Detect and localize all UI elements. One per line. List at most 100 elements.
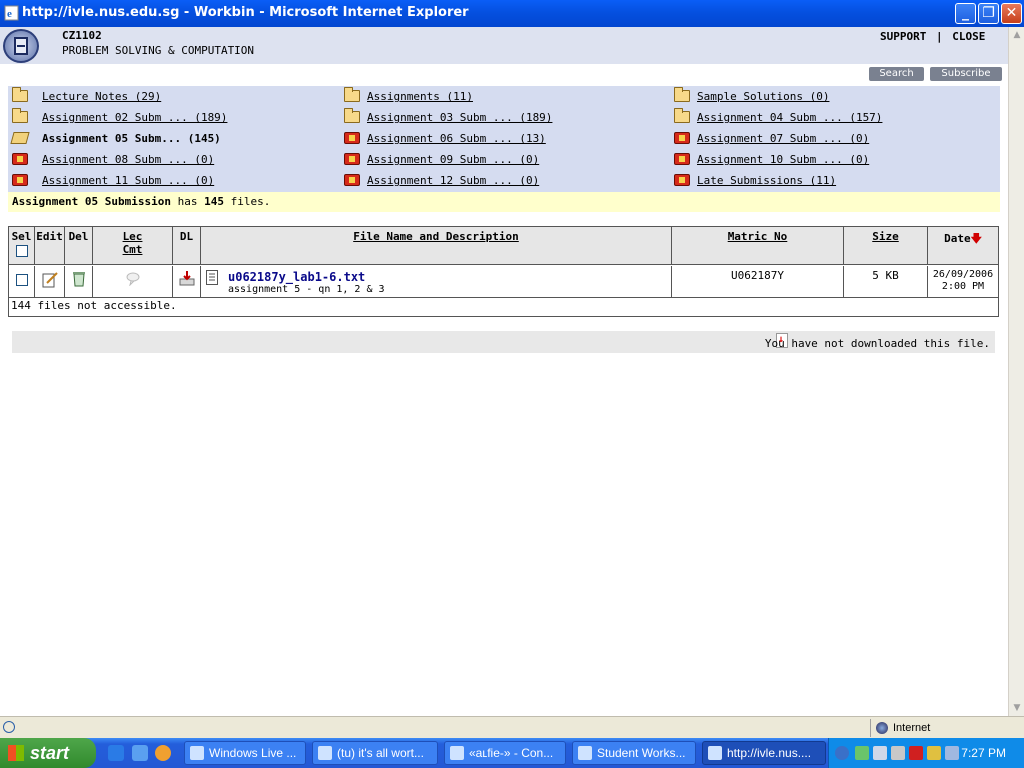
comment-icon[interactable]: [126, 272, 140, 286]
status-bar: Internet: [0, 716, 1024, 738]
tray-app-icon[interactable]: [927, 746, 941, 760]
workbin-cabinet-icon: [3, 29, 39, 63]
course-name: PROBLEM SOLVING & COMPUTATION: [62, 44, 255, 57]
row-comment-cell: [93, 266, 173, 297]
row-date: 26/09/2006: [932, 269, 994, 280]
file-table: Sel Edit Del Lec Cmt DL File Name and Des…: [8, 226, 999, 317]
file-name-link[interactable]: u062187y_lab1-6.txt: [228, 270, 365, 284]
folder-icon: [674, 87, 690, 102]
folder-label[interactable]: Assignment 12 Subm ... (0): [367, 174, 539, 187]
messenger-icon: [318, 746, 332, 760]
ie-quicklaunch-icon[interactable]: [108, 745, 124, 761]
open-folder-icon: [10, 132, 30, 144]
row-file-cell: u062187y_lab1-6.txt assignment 5 - qn 1,…: [201, 266, 672, 297]
upload-folder-icon: [344, 174, 360, 186]
page-status-icon: [3, 721, 15, 733]
upload-folder-icon: [674, 132, 690, 144]
folder-label[interactable]: Assignment 06 Subm ... (13): [367, 132, 546, 145]
taskbar-item[interactable]: «aʟfie-» - Con...: [444, 741, 566, 765]
col-header-matric[interactable]: Matric No: [672, 227, 844, 265]
row-time: 2:00 PM: [941, 281, 985, 292]
col-header-lec-cmt[interactable]: Lec Cmt: [93, 227, 173, 265]
support-link[interactable]: SUPPORT: [880, 30, 926, 43]
download-icon[interactable]: [179, 270, 195, 286]
clock: 7:27 PM: [961, 746, 1006, 760]
col-header-size-label[interactable]: Size: [844, 227, 927, 243]
folder-label[interactable]: Assignment 09 Subm ... (0): [367, 153, 539, 166]
col-header-matric-label[interactable]: Matric No: [672, 227, 843, 243]
col-header-date-label[interactable]: Date: [944, 232, 971, 245]
zone-label: Internet: [893, 722, 931, 734]
folder-label[interactable]: Assignment 05 Subm... (145): [42, 132, 221, 145]
link-separator: |: [935, 30, 943, 43]
folder-label[interactable]: Assignment 04 Subm ... (157): [697, 111, 882, 124]
start-button[interactable]: start: [0, 738, 96, 768]
download-legend: You have not downloaded this file.: [12, 331, 995, 353]
folder-label[interactable]: Assignment 08 Subm ... (0): [42, 153, 214, 166]
folder-icon: [12, 108, 28, 123]
scroll-up-icon[interactable]: ▲: [1011, 29, 1023, 41]
col-header-cmt-label[interactable]: Cmt: [123, 243, 143, 256]
windows-flag-icon: [8, 745, 24, 761]
col-header-date[interactable]: Date🡇: [928, 227, 998, 265]
col-header-del-label: Del: [68, 230, 89, 243]
svg-text:e: e: [7, 8, 12, 20]
folder-label[interactable]: Sample Solutions (0): [697, 90, 829, 103]
volume-icon[interactable]: [945, 746, 959, 760]
taskbar-item-label: http://ivle.nus....: [727, 746, 812, 760]
messenger-icon: [450, 746, 464, 760]
zonealarm-icon[interactable]: [909, 746, 923, 760]
col-header-lec-label[interactable]: Lec: [123, 230, 143, 243]
taskbar-item[interactable]: (tu) it's all wort...: [312, 741, 438, 765]
folder-label[interactable]: Assignment 02 Subm ... (189): [42, 111, 227, 124]
search-button[interactable]: Search: [869, 67, 924, 81]
tray-expand-icon[interactable]: [835, 746, 849, 760]
messenger-tray-icon[interactable]: [855, 746, 869, 760]
folder-label[interactable]: Assignment 03 Subm ... (189): [367, 111, 552, 124]
subscribe-button[interactable]: Subscribe: [930, 67, 1002, 81]
folder-list: Lecture Notes (29) Assignments (11) Samp…: [8, 86, 1000, 192]
folder-label[interactable]: Assignment 07 Subm ... (0): [697, 132, 869, 145]
taskbar: start Windows Live ... (tu) it's all wor…: [0, 738, 1024, 768]
folder-label[interactable]: Assignment 11 Subm ... (0): [42, 174, 214, 187]
upload-folder-icon: [12, 153, 28, 165]
upload-folder-icon: [674, 174, 690, 186]
col-header-sel: Sel: [9, 227, 35, 265]
col-header-file-label[interactable]: File Name and Description: [201, 227, 671, 243]
edit-icon[interactable]: [41, 271, 59, 289]
taskbar-item-label: Windows Live ...: [209, 746, 297, 760]
close-window-button[interactable]: ✕: [1001, 3, 1022, 24]
col-header-file[interactable]: File Name and Description: [201, 227, 672, 265]
row-date-cell: 26/09/2006 2:00 PM: [928, 266, 998, 297]
row-del-cell: [65, 266, 93, 297]
folder-icon: [344, 108, 360, 123]
minimize-button[interactable]: _: [955, 3, 976, 24]
browser-window-icon: [578, 746, 592, 760]
vertical-scrollbar[interactable]: ▲ ▼: [1008, 27, 1024, 716]
col-header-sel-label: Sel: [11, 230, 32, 243]
row-checkbox[interactable]: [15, 274, 28, 286]
taskbar-item[interactable]: Student Works...: [572, 741, 696, 765]
quicklaunch-icon[interactable]: [132, 745, 148, 761]
taskbar-item-active[interactable]: http://ivle.nus....: [702, 741, 826, 765]
tray-app-icon[interactable]: [891, 746, 905, 760]
row-size-cell: 5 KB: [844, 266, 928, 297]
scroll-down-icon[interactable]: ▼: [1011, 702, 1023, 714]
folder-label[interactable]: Assignment 10 Subm ... (0): [697, 153, 869, 166]
col-header-size[interactable]: Size: [844, 227, 928, 265]
network-icon[interactable]: [873, 746, 887, 760]
folder-label[interactable]: Late Submissions (11): [697, 174, 836, 187]
folder-label[interactable]: Assignments (11): [367, 90, 473, 103]
select-all-checkbox[interactable]: [15, 245, 28, 257]
restore-button[interactable]: ❐: [978, 3, 999, 24]
close-link[interactable]: CLOSE: [952, 30, 985, 43]
folder-label[interactable]: Lecture Notes (29): [42, 90, 161, 103]
taskbar-item-label: «aʟfie-» - Con...: [469, 746, 554, 760]
messenger-icon: [190, 746, 204, 760]
info-text-files: files.: [223, 195, 271, 208]
col-header-edit-label: Edit: [36, 230, 63, 243]
col-header-del: Del: [65, 227, 93, 265]
recycle-bin-icon[interactable]: [71, 270, 87, 288]
taskbar-item[interactable]: Windows Live ...: [184, 741, 306, 765]
media-player-icon[interactable]: [155, 745, 171, 761]
